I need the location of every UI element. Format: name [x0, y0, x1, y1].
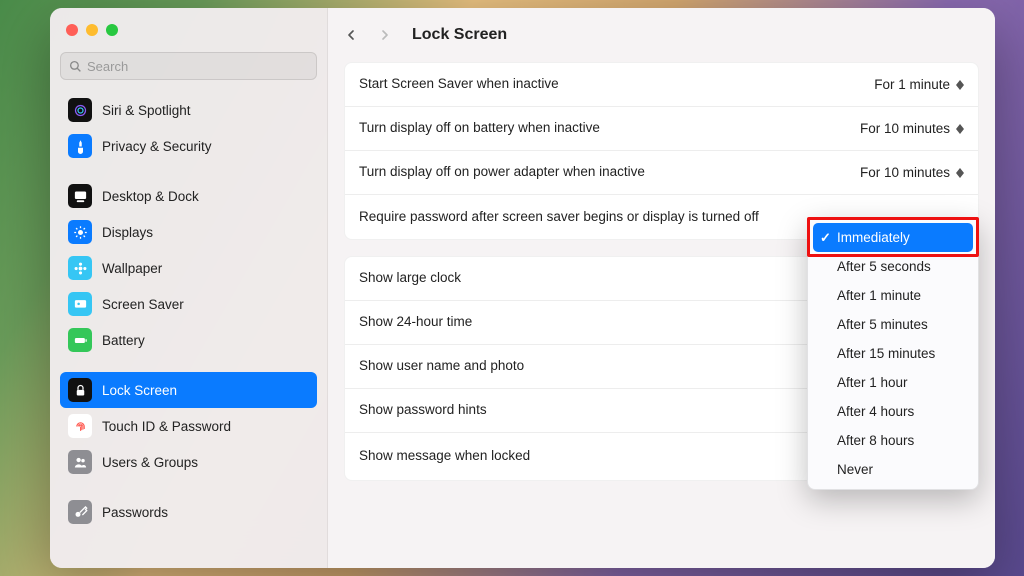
sidebar-item-label: Battery: [102, 333, 145, 348]
main-pane: Lock Screen Start Screen Saver when inac…: [328, 8, 995, 568]
row-label: Turn display off on power adapter when i…: [359, 163, 645, 181]
search-field[interactable]: [60, 52, 317, 80]
row-label: Start Screen Saver when inactive: [359, 75, 559, 93]
updown-icon: [956, 124, 964, 134]
row-display-power: Turn display off on power adapter when i…: [345, 151, 978, 195]
search-icon: [69, 60, 82, 73]
screensaver-select[interactable]: For 1 minute: [874, 77, 964, 92]
sidebar-item-desktop-dock[interactable]: Desktop & Dock: [60, 178, 317, 214]
sidebar-item-label: Passwords: [102, 505, 168, 520]
sidebar: Siri & Spotlight Privacy & Security Deskto…: [50, 8, 328, 568]
sidebar-item-battery[interactable]: Battery: [60, 322, 317, 358]
row-label: Show large clock: [359, 269, 461, 287]
dropdown-option[interactable]: After 5 minutes: [813, 310, 973, 339]
forward-button[interactable]: [370, 20, 400, 50]
row-screensaver: Start Screen Saver when inactive For 1 m…: [345, 63, 978, 107]
users-icon: [68, 450, 92, 474]
row-label: Show message when locked: [359, 447, 530, 465]
page-title: Lock Screen: [412, 26, 507, 44]
sidebar-item-users-groups[interactable]: Users & Groups: [60, 444, 317, 480]
dropdown-option[interactable]: After 15 minutes: [813, 339, 973, 368]
sidebar-item-passwords[interactable]: Passwords: [60, 494, 317, 530]
sidebar-item-label: Privacy & Security: [102, 139, 212, 154]
close-window-button[interactable]: [66, 24, 78, 36]
dropdown-option[interactable]: Immediately: [813, 223, 973, 252]
dropdown-option[interactable]: Never: [813, 455, 973, 484]
row-label: Turn display off on battery when inactiv…: [359, 119, 600, 137]
sidebar-item-label: Lock Screen: [102, 383, 177, 398]
sidebar-item-label: Desktop & Dock: [102, 189, 199, 204]
sun-icon: [68, 220, 92, 244]
maximize-window-button[interactable]: [106, 24, 118, 36]
sidebar-item-label: Wallpaper: [102, 261, 162, 276]
flower-icon: [68, 256, 92, 280]
display-battery-select[interactable]: For 10 minutes: [860, 121, 964, 136]
dock-icon: [68, 184, 92, 208]
require-password-dropdown[interactable]: ImmediatelyAfter 5 secondsAfter 1 minute…: [807, 217, 979, 490]
sidebar-item-label: Displays: [102, 225, 153, 240]
sidebar-item-wallpaper[interactable]: Wallpaper: [60, 250, 317, 286]
sidebar-nav: Siri & Spotlight Privacy & Security Deskto…: [60, 92, 317, 530]
row-label: Show 24-hour time: [359, 313, 472, 331]
window-controls: [60, 22, 317, 52]
sidebar-item-screen-saver[interactable]: Screen Saver: [60, 286, 317, 322]
fingerprint-icon: [68, 414, 92, 438]
row-label: Show password hints: [359, 401, 487, 419]
row-display-battery: Turn display off on battery when inactiv…: [345, 107, 978, 151]
search-input[interactable]: [87, 59, 308, 74]
sidebar-item-touch-id-password[interactable]: Touch ID & Password: [60, 408, 317, 444]
sidebar-item-label: Screen Saver: [102, 297, 184, 312]
back-button[interactable]: [336, 20, 366, 50]
siri-icon: [68, 98, 92, 122]
sidebar-item-displays[interactable]: Displays: [60, 214, 317, 250]
sidebar-item-label: Touch ID & Password: [102, 419, 231, 434]
settings-window: Siri & Spotlight Privacy & Security Deskto…: [50, 8, 995, 568]
display-power-select[interactable]: For 10 minutes: [860, 165, 964, 180]
screensaver-icon: [68, 292, 92, 316]
minimize-window-button[interactable]: [86, 24, 98, 36]
dropdown-option[interactable]: After 1 minute: [813, 281, 973, 310]
sidebar-item-siri-spotlight[interactable]: Siri & Spotlight: [60, 92, 317, 128]
row-label: Require password after screen saver begi…: [359, 208, 759, 226]
sidebar-item-label: Users & Groups: [102, 455, 198, 470]
header: Lock Screen: [328, 8, 995, 62]
section-timing: Start Screen Saver when inactive For 1 m…: [344, 62, 979, 240]
updown-icon: [956, 168, 964, 178]
battery-icon: [68, 328, 92, 352]
sidebar-item-lock-screen[interactable]: Lock Screen: [60, 372, 317, 408]
updown-icon: [956, 80, 964, 90]
row-label: Show user name and photo: [359, 357, 524, 375]
hand-icon: [68, 134, 92, 158]
lock-icon: [68, 378, 92, 402]
sidebar-item-privacy-security[interactable]: Privacy & Security: [60, 128, 317, 164]
sidebar-item-label: Siri & Spotlight: [102, 103, 191, 118]
dropdown-option[interactable]: After 4 hours: [813, 397, 973, 426]
key-icon: [68, 500, 92, 524]
dropdown-option[interactable]: After 8 hours: [813, 426, 973, 455]
dropdown-option[interactable]: After 1 hour: [813, 368, 973, 397]
dropdown-option[interactable]: After 5 seconds: [813, 252, 973, 281]
content-area: Start Screen Saver when inactive For 1 m…: [328, 62, 995, 568]
